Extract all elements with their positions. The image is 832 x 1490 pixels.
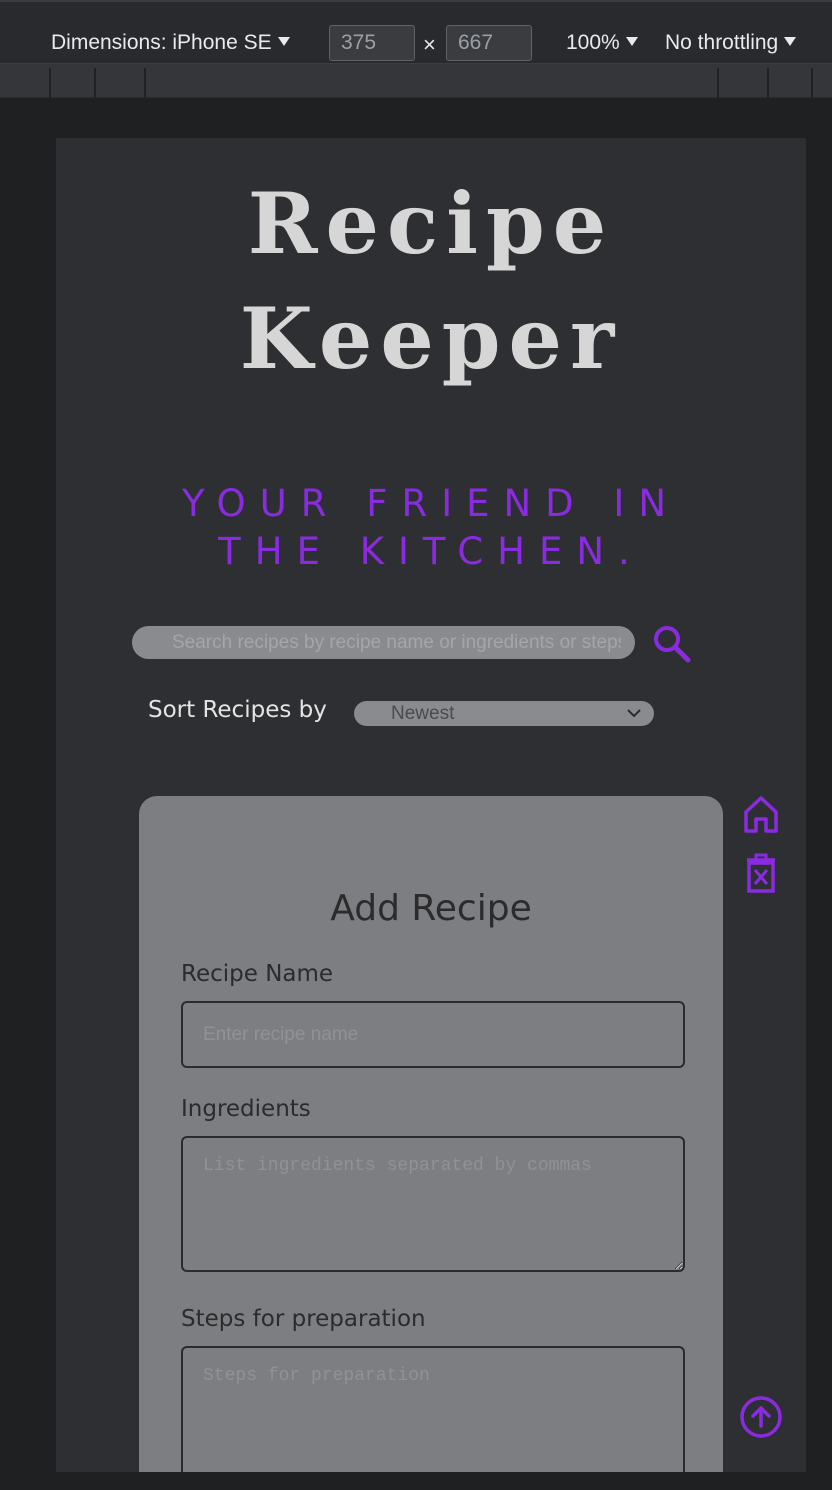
add-recipe-title: Add Recipe (330, 888, 532, 929)
app-title-line2: Keeper (239, 289, 623, 388)
ingredients-textarea[interactable] (181, 1136, 685, 1272)
home-icon[interactable] (742, 794, 780, 834)
recipe-name-label: Recipe Name (181, 961, 334, 987)
zoom-label: 100% (566, 31, 620, 54)
dimensions-dropdown[interactable]: Dimensions: iPhone SE (51, 31, 290, 55)
ruler-divider (717, 68, 719, 98)
ruler-divider (49, 68, 51, 98)
zoom-dropdown[interactable]: 100% (566, 31, 638, 55)
ruler-divider (144, 68, 146, 98)
add-recipe-card: Add Recipe Recipe Name Ingredients Steps… (139, 796, 723, 1472)
ruler-divider (811, 68, 813, 98)
ingredients-label: Ingredients (181, 1096, 311, 1122)
throttling-label: No throttling (665, 31, 779, 54)
media-query-ruler[interactable] (0, 64, 832, 98)
viewport-height-input[interactable]: 667 (446, 25, 532, 61)
steps-label: Steps for preparation (181, 1306, 426, 1332)
trash-x-icon[interactable] (744, 852, 778, 894)
sort-selected-value: Newest (391, 703, 455, 724)
dimensions-label: Dimensions: iPhone SE (51, 31, 272, 54)
devtools-device-toolbar: Dimensions: iPhone SE 375 × 667 100% No … (0, 0, 832, 64)
dropdown-caret-icon (625, 37, 638, 46)
dimensions-separator: × (423, 32, 436, 57)
dropdown-caret-icon (784, 37, 797, 46)
recipe-name-input[interactable] (181, 1001, 685, 1068)
search-icon[interactable] (652, 624, 692, 664)
viewport-width-input[interactable]: 375 (329, 25, 415, 61)
arrow-up-circle-icon[interactable] (739, 1395, 783, 1439)
search-input[interactable] (132, 626, 635, 659)
app-title: Recipe Keeper (56, 166, 806, 396)
app-title-line1: Recipe (247, 174, 615, 273)
app-tagline: YOUR FRIEND IN THE KITCHEN. (181, 482, 681, 573)
sort-select[interactable]: Newest (354, 701, 654, 726)
steps-textarea[interactable] (181, 1346, 685, 1472)
ruler-divider (767, 68, 769, 98)
sort-label: Sort Recipes by (148, 697, 327, 723)
throttling-dropdown[interactable]: No throttling (665, 31, 797, 55)
emulated-viewport: Recipe Keeper YOUR FRIEND IN THE KITCHEN… (56, 138, 806, 1472)
chevron-down-icon (627, 709, 641, 718)
dropdown-caret-icon (277, 37, 290, 46)
ruler-divider (94, 68, 96, 98)
